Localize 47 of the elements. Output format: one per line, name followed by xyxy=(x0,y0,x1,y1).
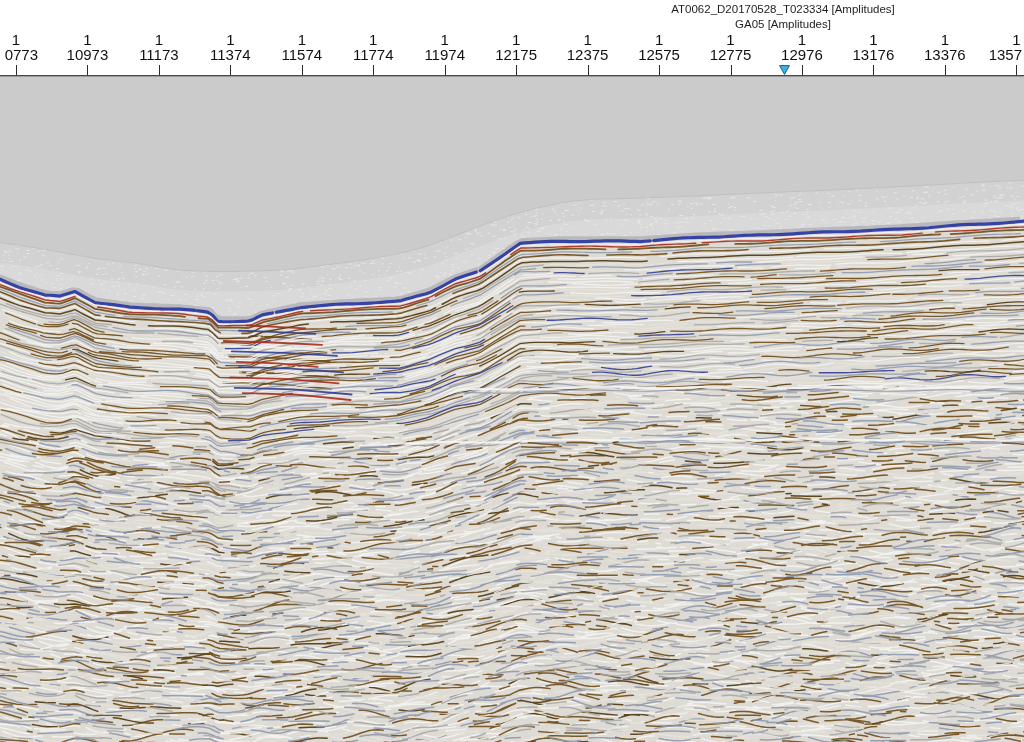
axis-lower-label: 1357 xyxy=(988,47,1022,62)
axis-upper-label: 1 xyxy=(1012,32,1021,47)
axis-lower-label: 11574 xyxy=(281,47,323,62)
tick-mark xyxy=(731,65,732,75)
tick-mark xyxy=(445,65,446,75)
section-title: AT0062_D20170528_T023334 [Amplitudes] xyxy=(671,2,895,17)
tick-mark xyxy=(302,65,303,75)
tick-mark xyxy=(373,65,374,75)
axis-upper-label: 1 xyxy=(940,32,949,47)
axis-lower-label: 13376 xyxy=(924,47,966,62)
axis-upper-label: 1 xyxy=(440,32,449,47)
axis-lower-label: 12575 xyxy=(638,47,680,62)
tick-mark xyxy=(516,65,517,75)
axis-upper-label: 1 xyxy=(297,32,306,47)
axis-upper-label: 1 xyxy=(226,32,235,47)
tick-mark xyxy=(16,65,17,75)
axis-upper-label: 1 xyxy=(11,32,21,47)
axis-lower-label: 11774 xyxy=(352,47,394,62)
axis-upper-label: 1 xyxy=(654,32,664,47)
section-title: GA05 [Amplitudes] xyxy=(735,17,831,32)
tick-mark xyxy=(659,65,660,75)
axis-upper-label: 1 xyxy=(369,32,378,47)
axis-upper-label: 1 xyxy=(726,32,735,47)
axis-upper-label: 1 xyxy=(869,32,878,47)
axis-lower-label: 12775 xyxy=(709,47,752,62)
tick-mark xyxy=(159,65,160,75)
axis-lower-label: 10973 xyxy=(66,47,109,62)
axis-lower-label: 11173 xyxy=(139,47,179,62)
axis-upper-label: 1 xyxy=(511,32,521,47)
tick-mark xyxy=(802,65,803,75)
tick-mark xyxy=(945,65,946,75)
tick-mark xyxy=(87,65,88,75)
axis-lower-label: 12375 xyxy=(566,47,609,62)
axis-lower-label: 12976 xyxy=(781,47,823,62)
axis-lower-label: 11974 xyxy=(424,47,465,62)
axis-upper-label: 1 xyxy=(797,32,807,47)
axis-lower-label: 0773 xyxy=(4,47,38,62)
axis-lower-label: 13176 xyxy=(852,47,895,62)
axis-lower-label: 11374 xyxy=(210,47,251,62)
axis-upper-label: 1 xyxy=(83,32,92,47)
tick-mark xyxy=(1016,65,1017,75)
tick-mark xyxy=(588,65,589,75)
tick-mark xyxy=(873,65,874,75)
axis-upper-label: 1 xyxy=(583,32,592,47)
tick-mark xyxy=(230,65,231,75)
axis-lower-label: 12175 xyxy=(495,47,537,62)
axis-upper-label: 1 xyxy=(154,32,164,47)
